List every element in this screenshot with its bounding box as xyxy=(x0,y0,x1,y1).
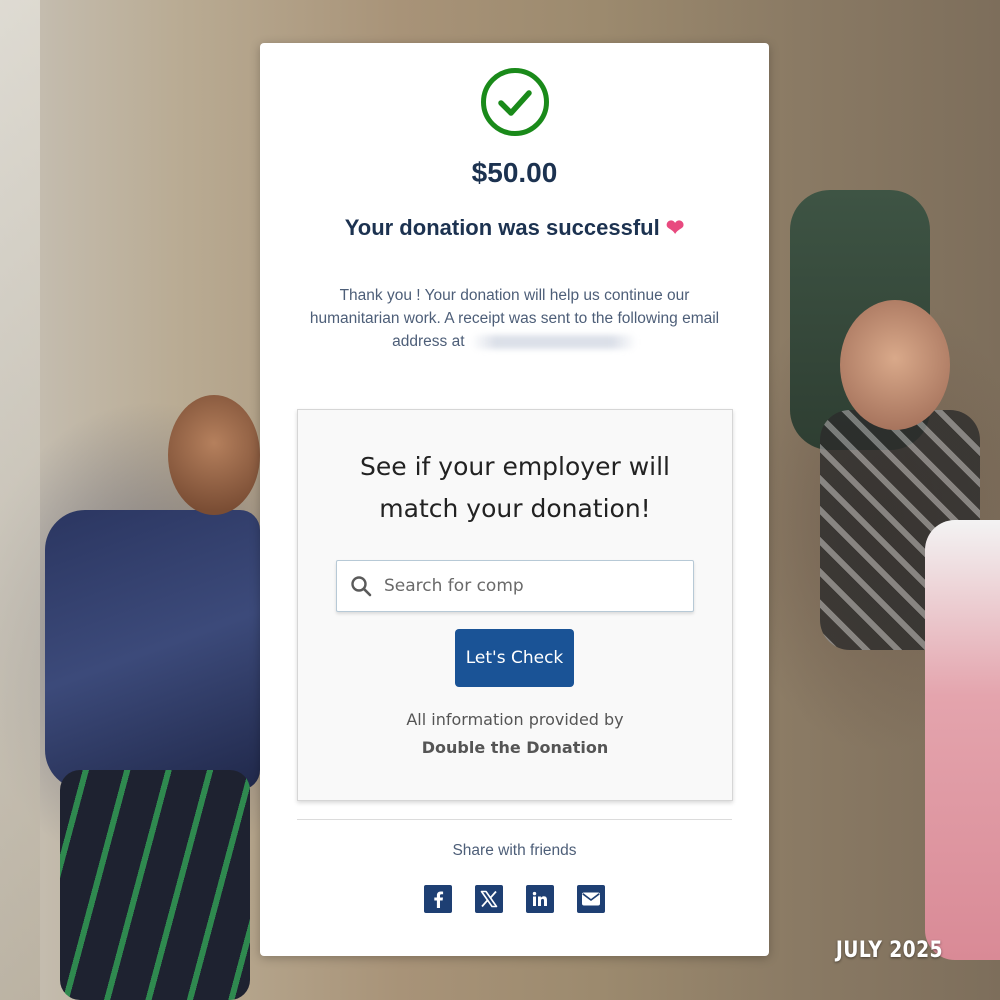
facebook-icon[interactable] xyxy=(424,885,452,913)
donation-confirmation-card: $50.00 Your donation was successful ❤ Th… xyxy=(260,43,769,956)
provided-by-note: All information provided by Double the D… xyxy=(298,706,732,762)
background-door-frame xyxy=(0,0,40,1000)
success-title-text: Your donation was successful xyxy=(344,215,660,240)
background-boy-pants xyxy=(60,770,250,1000)
employer-match-widget: See if your employer will match your don… xyxy=(297,409,733,801)
heart-icon: ❤ xyxy=(665,215,685,240)
success-title: Your donation was successful ❤ xyxy=(260,215,769,241)
background-boy-head xyxy=(168,395,260,515)
background-girl-face xyxy=(840,300,950,430)
redacted-email xyxy=(470,334,637,349)
date-stamp: JULY 2025 xyxy=(835,938,943,963)
share-icons xyxy=(424,885,605,913)
lets-check-button[interactable]: Let's Check xyxy=(455,629,574,687)
donation-amount: $50.00 xyxy=(471,157,558,188)
success-check-icon xyxy=(480,67,550,137)
provider-name: Double the Donation xyxy=(421,738,609,757)
company-search-input[interactable] xyxy=(384,576,674,596)
company-search-box[interactable] xyxy=(336,560,694,612)
share-label: Share with friends xyxy=(452,842,577,859)
background-child-pink-dress xyxy=(925,520,1000,960)
thank-you-message: Thank you ! Your donation will help us c… xyxy=(296,284,733,353)
search-icon xyxy=(350,575,372,597)
x-icon[interactable] xyxy=(475,885,503,913)
employer-match-heading: See if your employer will match your don… xyxy=(360,452,670,523)
email-icon[interactable] xyxy=(577,885,605,913)
linkedin-icon[interactable] xyxy=(526,885,554,913)
background-boy-shirt xyxy=(45,510,260,790)
provided-by-text: All information provided by xyxy=(406,710,624,729)
section-divider xyxy=(297,819,732,820)
